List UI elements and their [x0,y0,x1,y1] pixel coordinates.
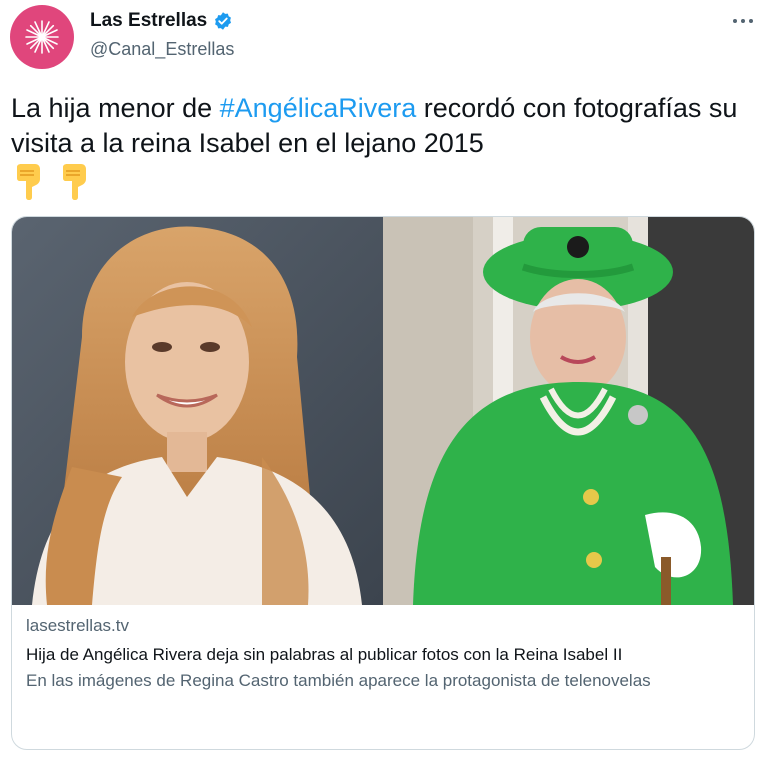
backhand-index-pointing-down-icon [63,164,86,200]
more-horizontal-icon[interactable] [732,10,754,30]
verified-badge-icon [215,12,232,30]
emoji-row [11,163,751,201]
photo-queen-isabel [383,217,754,605]
tweet-text: La hija menor de #AngélicaRivera recordó… [11,91,751,201]
card-title[interactable]: Hija de Angélica Rivera deja sin palabra… [26,643,740,667]
card-description: En las imágenes de Regina Castro también… [26,671,651,690]
card-domain: lasestrellas.tv [26,616,129,635]
display-name[interactable]: Las Estrellas [90,10,207,32]
tweet-text-before: La hija menor de [11,93,220,123]
card-info[interactable]: lasestrellas.tv Hija de Angélica Rivera … [12,605,754,703]
star-burst-icon [25,20,59,54]
link-preview-card[interactable]: lasestrellas.tv Hija de Angélica Rivera … [11,216,755,750]
author-name-row[interactable]: Las Estrellas [90,10,233,32]
card-media[interactable] [12,217,754,605]
hashtag-link[interactable]: #AngélicaRivera [220,93,417,123]
photo-angelica-rivera [12,217,383,605]
backhand-index-pointing-down-icon [17,164,40,200]
author-handle[interactable]: @Canal_Estrellas [90,39,234,60]
avatar[interactable] [10,5,74,69]
